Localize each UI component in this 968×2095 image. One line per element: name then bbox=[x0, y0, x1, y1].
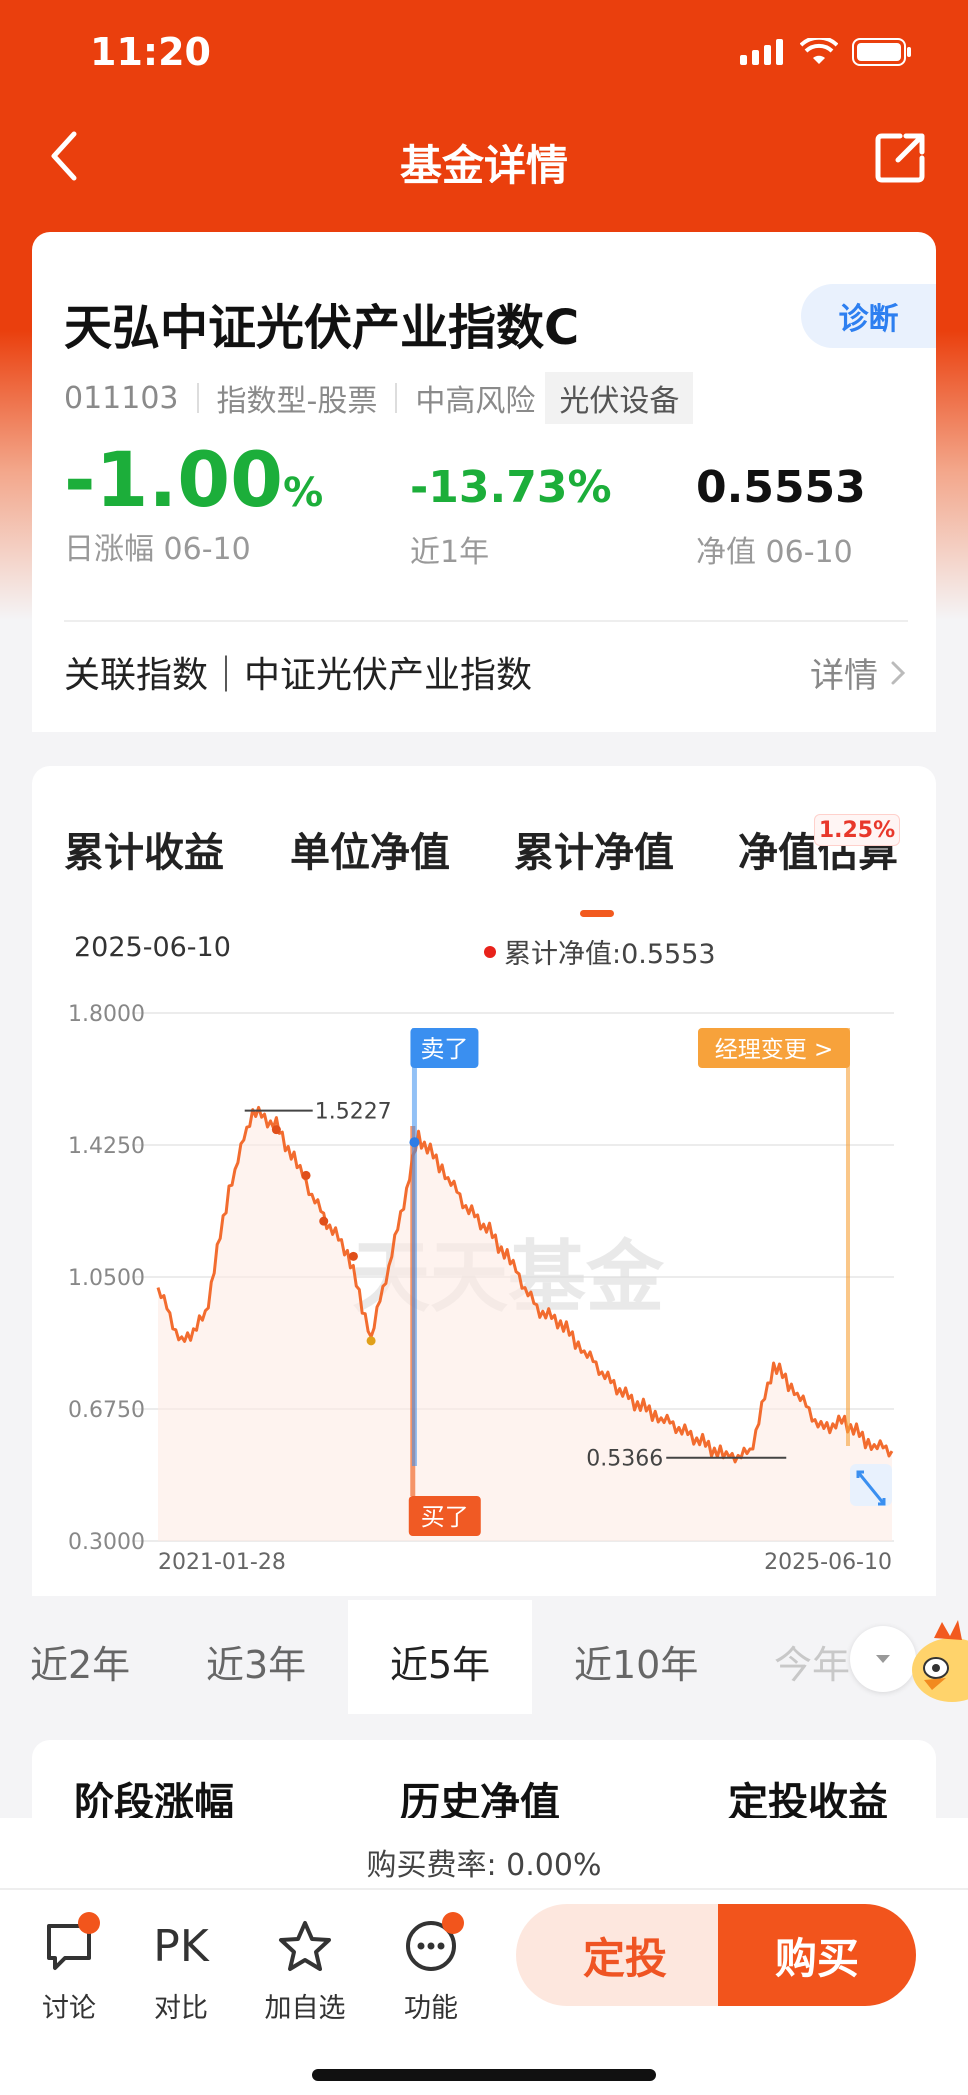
range-ytd[interactable]: 今年 bbox=[774, 1634, 850, 1689]
x-label-start: 2021-01-28 bbox=[158, 1550, 286, 1575]
trade-point bbox=[301, 1170, 311, 1180]
trade-point bbox=[271, 1125, 281, 1135]
range-selector: 近2年 近3年 近5年 近10年 今年 bbox=[0, 1600, 968, 1714]
series-area bbox=[158, 1107, 892, 1541]
discuss-label: 讨论 bbox=[42, 1993, 96, 2024]
more-functions-button[interactable]: 功能 bbox=[386, 1910, 476, 2025]
max-label: 1.5227 bbox=[315, 1100, 392, 1125]
pk-icon: PK bbox=[153, 1920, 209, 1972]
diagnose-button[interactable]: 诊断 bbox=[801, 284, 936, 348]
share-icon bbox=[875, 133, 925, 183]
range-2y[interactable]: 近2年 bbox=[30, 1634, 130, 1689]
y-tick-label: 1.8000 bbox=[68, 1002, 145, 1027]
related-more-label: 详情 bbox=[810, 656, 878, 696]
star-icon bbox=[279, 1921, 331, 1971]
daily-change-value: -1.00 bbox=[64, 435, 284, 524]
caret-down-icon bbox=[876, 1655, 890, 1663]
related-index[interactable]: 关联指数｜中证光伏产业指数 bbox=[64, 646, 532, 698]
purchase-fee: 购买费率: 0.00% bbox=[366, 1848, 602, 1883]
fund-tags: 011103 指数型-股票 中高风险 光伏设备 bbox=[64, 372, 694, 424]
nav-value: 0.5553 bbox=[696, 462, 866, 513]
status-icons bbox=[740, 38, 912, 66]
fund-sector-tag[interactable]: 光伏设备 bbox=[545, 372, 694, 424]
y-tick-label: 1.0500 bbox=[68, 1266, 145, 1291]
home-indicator bbox=[312, 2069, 656, 2081]
share-button[interactable] bbox=[874, 130, 928, 184]
fund-type: 指数型-股票 bbox=[216, 384, 378, 419]
y-tick-label: 0.3000 bbox=[68, 1530, 145, 1555]
chevron-right-icon bbox=[891, 661, 906, 684]
min-label: 0.5366 bbox=[586, 1447, 663, 1472]
wifi-icon bbox=[800, 38, 838, 64]
fund-risk: 中高风险 bbox=[415, 384, 536, 419]
daily-change-stat: -1.00% 日涨幅 06-10 bbox=[64, 442, 323, 568]
buy-button[interactable]: 购买 bbox=[718, 1904, 916, 2006]
divider bbox=[0, 1888, 968, 1890]
compare-label: 对比 bbox=[154, 1993, 208, 2024]
trade-point bbox=[366, 1336, 376, 1346]
bottom-bar: 购买费率: 0.00% 讨论 PK 对比 加自选 功能 定投 购买 bbox=[0, 1818, 968, 2095]
tag-divider bbox=[395, 383, 398, 413]
fund-code: 011103 bbox=[64, 380, 179, 416]
status-time: 11:20 bbox=[90, 30, 211, 74]
y-tick-label: 1.4250 bbox=[68, 1134, 145, 1159]
fund-info-card: 天弘中证光伏产业指数C 诊断 011103 指数型-股票 中高风险 光伏设备 -… bbox=[32, 232, 936, 732]
range-10y[interactable]: 近10年 bbox=[574, 1634, 698, 1689]
related-index-detail-link[interactable]: 详情 bbox=[810, 648, 906, 697]
trade-point bbox=[348, 1251, 358, 1261]
range-5y[interactable]: 近5年 bbox=[390, 1634, 490, 1689]
nav-chart[interactable]: 1.80001.42501.05000.67500.3000天天基金1.5227… bbox=[32, 766, 936, 1596]
year-change-stat: -13.73% 近1年 bbox=[410, 462, 612, 571]
signal-icon bbox=[740, 39, 783, 65]
daily-change-unit: % bbox=[283, 470, 324, 516]
discuss-button[interactable]: 讨论 bbox=[24, 1910, 114, 2025]
trade-point bbox=[319, 1216, 329, 1226]
more-functions-label: 功能 bbox=[404, 1993, 458, 2024]
nav-stat: 0.5553 净值 06-10 bbox=[696, 462, 866, 571]
range-3y[interactable]: 近3年 bbox=[206, 1634, 306, 1689]
expand-button bbox=[850, 1464, 892, 1506]
daily-change-label: 日涨幅 06-10 bbox=[64, 532, 251, 567]
sell-point bbox=[409, 1137, 420, 1148]
year-change-label: 近1年 bbox=[410, 535, 490, 570]
dingtou-button[interactable]: 定投 bbox=[516, 1904, 734, 2006]
sell-label: 卖了 bbox=[420, 1035, 468, 1063]
fund-name: 天弘中证光伏产业指数C bbox=[64, 300, 580, 356]
tag-divider bbox=[196, 383, 199, 413]
y-tick-label: 0.6750 bbox=[68, 1398, 145, 1423]
add-watchlist-label: 加自选 bbox=[264, 1993, 346, 2024]
notification-dot bbox=[442, 1912, 464, 1934]
notification-dot bbox=[78, 1912, 100, 1934]
nav-label: 净值 06-10 bbox=[696, 535, 853, 570]
x-label-end: 2025-06-10 bbox=[764, 1550, 892, 1575]
add-watchlist-button[interactable]: 加自选 bbox=[260, 1910, 350, 2025]
chart-card: 累计收益 单位净值 累计净值 净值估算 1.25% 2025-06-10 累计净… bbox=[32, 766, 936, 1596]
battery-icon bbox=[852, 38, 911, 66]
compare-button[interactable]: PK 对比 bbox=[136, 1910, 226, 2025]
divider bbox=[64, 620, 908, 622]
buy-label: 买了 bbox=[421, 1503, 469, 1531]
mascot-icon[interactable] bbox=[906, 1612, 968, 1708]
page-title: 基金详情 bbox=[399, 141, 568, 190]
year-change-value: -13.73% bbox=[410, 462, 612, 513]
manager-label: 经理变更 > bbox=[715, 1037, 834, 1063]
